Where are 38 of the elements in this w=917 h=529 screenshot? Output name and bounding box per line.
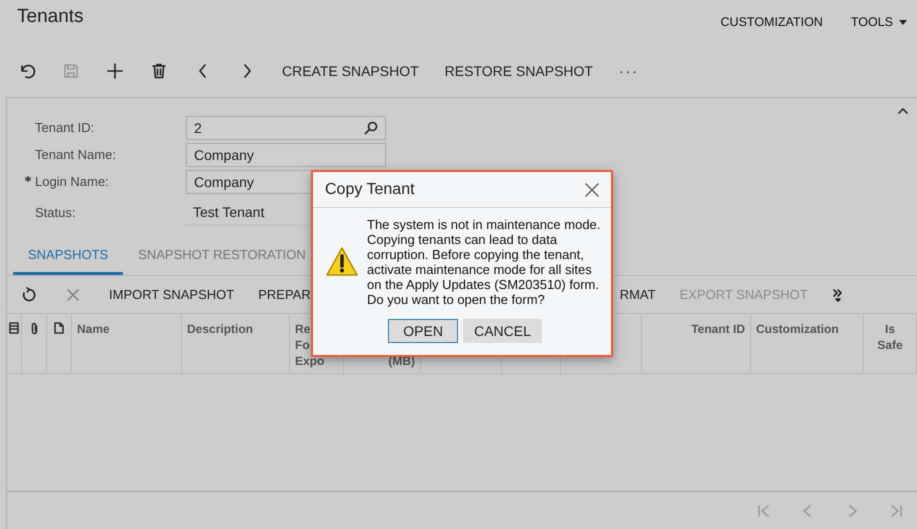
field-label: Tenant ID: [35,119,94,138]
chevron-right-icon[interactable] [243,64,251,78]
column-header[interactable]: Customization [756,321,839,337]
column-header[interactable]: Name [77,321,110,337]
search-icon [364,121,378,135]
page-title: Tenants [16,5,84,29]
toolbar-button[interactable]: RESTORE SNAPSHOT [444,60,593,82]
collapse-button[interactable] [897,106,909,116]
more-button[interactable]: ··· [618,60,639,82]
input-field[interactable]: 2 [186,116,386,140]
customization-menu[interactable]: CUSTOMIZATION [720,13,823,32]
column-header[interactable]: Description [187,321,254,337]
close-button[interactable] [585,182,599,196]
cancel-button[interactable]: CANCEL [463,319,542,343]
field-label: Login Name: [35,173,109,192]
open-button[interactable]: OPEN [388,319,458,343]
tools-menu[interactable]: TOOLS [850,13,907,32]
more-button[interactable] [832,288,844,302]
refresh-button[interactable] [21,286,37,302]
undo-icon[interactable] [18,62,36,80]
chevron-left-icon[interactable] [199,64,207,78]
column-header[interactable]: Re Fo Expo [295,321,324,369]
caret-icon [899,20,907,25]
column-header[interactable]: Is Safe [877,321,903,353]
warning-icon [325,246,359,278]
toolbar-button[interactable]: IMPORT SNAPSHOT [109,284,234,304]
column-config-icon [9,322,19,335]
input-field[interactable]: Company [186,143,386,167]
paperclip-icon [30,322,38,335]
toolbar-button[interactable]: RMAT [620,284,656,304]
field-label: Status: [35,204,76,222]
trash-icon[interactable] [150,62,168,80]
note-icon [54,322,64,335]
column-header[interactable]: Tenant ID [691,321,745,337]
toolbar-button[interactable]: CREATE SNAPSHOT [282,60,419,82]
plus-icon[interactable] [106,62,124,80]
field-label: Tenant Name: [35,146,116,164]
toolbar-button[interactable]: PREPAR [258,284,311,304]
